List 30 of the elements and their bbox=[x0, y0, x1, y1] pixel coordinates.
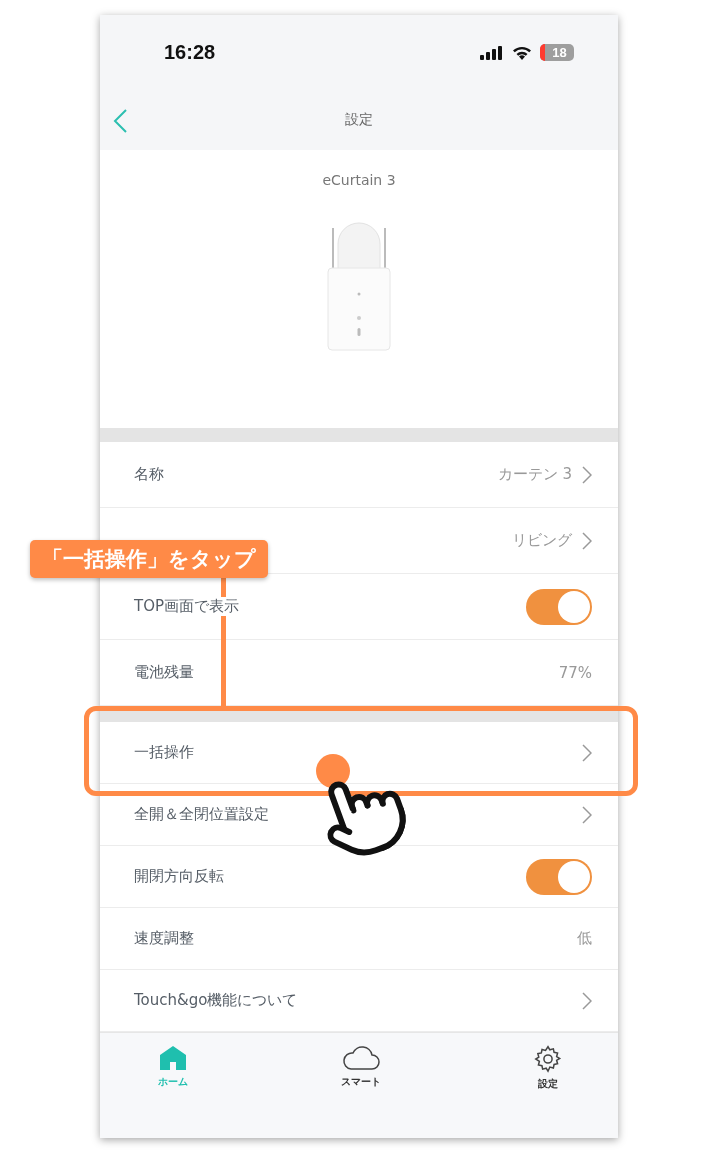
chevron-right-icon bbox=[582, 743, 592, 762]
toggle-switch[interactable] bbox=[526, 588, 592, 625]
row-value: カーテン 3 bbox=[497, 465, 572, 484]
row-label: 電池残量 bbox=[134, 663, 196, 682]
screen-title: 設定 bbox=[345, 111, 373, 129]
chevron-right-icon bbox=[582, 991, 592, 1010]
home-icon bbox=[159, 1045, 187, 1071]
settings-icon bbox=[534, 1045, 562, 1073]
chevron-right-icon bbox=[582, 805, 592, 824]
tab-bar-item[interactable]: スマート bbox=[341, 1045, 381, 1093]
tab-bar-item[interactable]: 設定 bbox=[534, 1045, 562, 1093]
callout-label: 「一括操作」をタップ bbox=[30, 540, 268, 578]
wifi-icon bbox=[512, 45, 532, 60]
toggle-switch[interactable] bbox=[526, 858, 592, 895]
row-label: TOP画面で表示 bbox=[134, 597, 241, 616]
signal-icon bbox=[480, 45, 504, 60]
cloud-icon bbox=[342, 1045, 380, 1071]
row-label: 開閉方向反転 bbox=[134, 867, 226, 886]
row-label: 全開＆全閉位置設定 bbox=[134, 805, 271, 824]
row-label: 名称 bbox=[134, 465, 166, 484]
row-value: リビング bbox=[512, 531, 572, 550]
chevron-right-icon bbox=[582, 465, 592, 484]
device-name: eCurtain 3 bbox=[322, 172, 396, 188]
status-time: 16:28 bbox=[164, 41, 216, 64]
row-label: 一括操作 bbox=[134, 743, 196, 762]
chevron-right-icon bbox=[582, 531, 592, 550]
row-label: 速度調整 bbox=[134, 929, 196, 948]
row-value: 77% bbox=[558, 663, 592, 682]
battery-icon: 18 bbox=[540, 44, 574, 61]
row-value: 低 bbox=[577, 929, 592, 948]
